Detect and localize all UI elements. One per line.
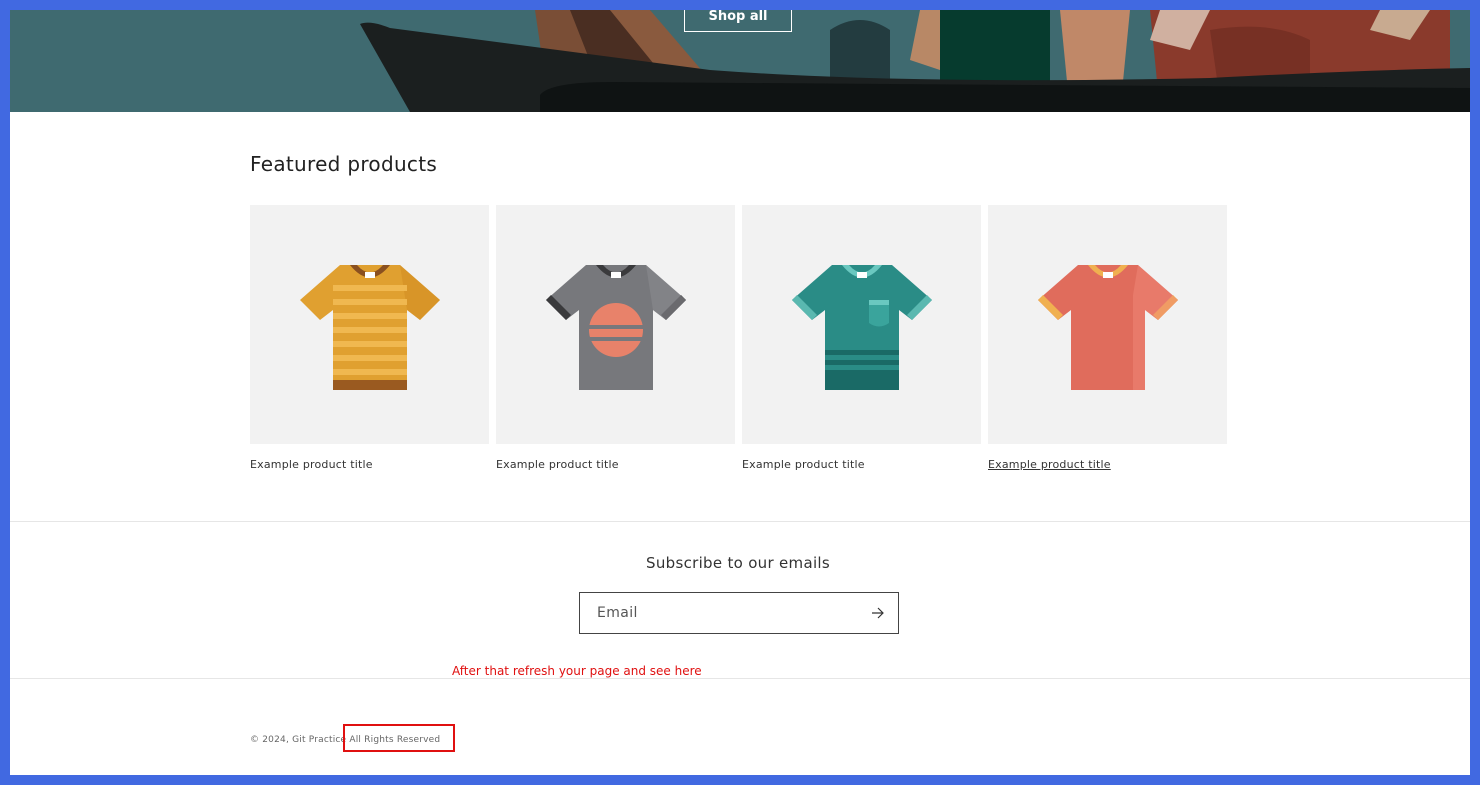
coral-tshirt-icon (1037, 264, 1178, 390)
arrow-right-icon (872, 607, 884, 619)
hero-banner: Shop all (10, 10, 1470, 112)
page-frame: Shop all Featured products Example produ… (10, 10, 1470, 775)
email-form (579, 592, 899, 634)
product-image[interactable] (496, 205, 735, 444)
product-title[interactable]: Example product title (250, 458, 373, 471)
product-title[interactable]: Example product title (742, 458, 865, 471)
email-input[interactable] (580, 593, 850, 633)
striped-yellow-tshirt-icon (299, 264, 440, 390)
instruction-annotation: After that refresh your page and see her… (452, 664, 702, 678)
product-card[interactable]: Example product title (250, 205, 489, 472)
featured-products-heading: Featured products (250, 152, 438, 176)
section-divider (10, 521, 1470, 522)
gray-sunset-tshirt-icon (545, 264, 686, 390)
product-image[interactable] (988, 205, 1227, 444)
product-card[interactable]: Example product title (742, 205, 981, 472)
footer-divider (10, 678, 1470, 679)
annotation-highlight-box (343, 724, 455, 752)
product-card[interactable]: Example product title (988, 205, 1227, 472)
product-title[interactable]: Example product title (988, 458, 1111, 471)
product-card[interactable]: Example product title (496, 205, 735, 472)
product-title[interactable]: Example product title (496, 458, 619, 471)
shop-all-button[interactable]: Shop all (684, 10, 792, 32)
subscribe-heading: Subscribe to our emails (646, 554, 830, 572)
teal-pocket-tshirt-icon (791, 264, 932, 390)
product-image[interactable] (742, 205, 981, 444)
subscribe-submit-button[interactable] (868, 603, 888, 623)
product-image[interactable] (250, 205, 489, 444)
